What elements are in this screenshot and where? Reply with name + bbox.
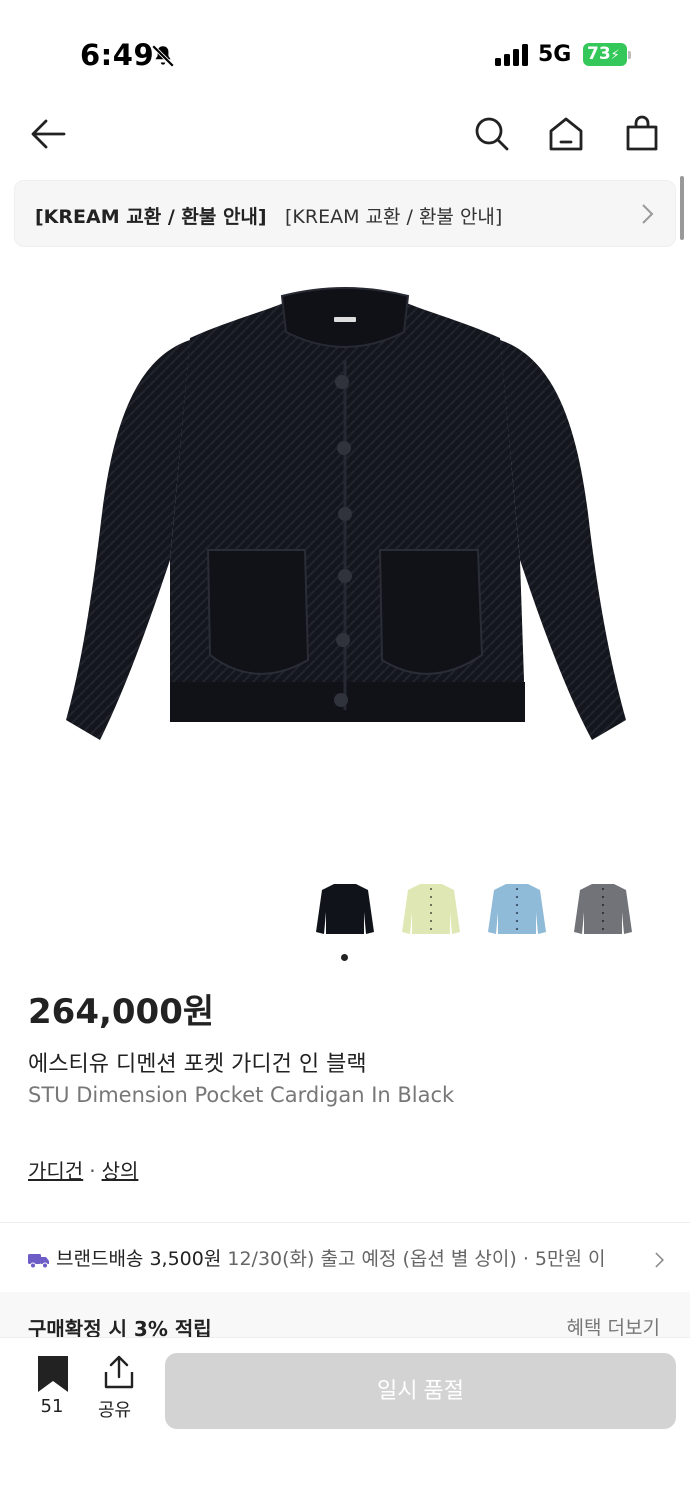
chevron-right-icon — [642, 204, 654, 224]
product-price: 264,000원 — [28, 992, 215, 1032]
category-separator: · — [89, 1159, 96, 1183]
network-label: 5G — [538, 42, 572, 67]
share-label: 공유 — [98, 1400, 132, 1421]
scrollbar[interactable] — [680, 176, 684, 240]
delivery-detail: 12/30(화) 출고 예정 (옵션 별 상이) · 5만원 이 — [227, 1248, 606, 1270]
category-link-top[interactable]: 상의 — [102, 1159, 139, 1183]
share-icon[interactable] — [102, 1354, 136, 1390]
signal-icon — [495, 44, 528, 66]
home-icon[interactable] — [546, 114, 586, 154]
sold-out-button[interactable]: 일시 품절 — [165, 1353, 676, 1429]
variant-thumb-gray[interactable] — [566, 872, 640, 946]
benefit-more-link[interactable]: 혜택 더보기 — [567, 1313, 660, 1340]
battery-level: 73 — [587, 44, 611, 64]
section-divider — [0, 1222, 690, 1223]
back-arrow-icon[interactable] — [28, 114, 68, 154]
category-breadcrumb: 가디건 · 상의 — [28, 1155, 138, 1184]
search-icon[interactable] — [472, 114, 512, 154]
bottom-action-bar: 51 공유 일시 품절 — [0, 1337, 690, 1500]
product-image[interactable] — [0, 270, 690, 830]
notice-text: [KREAM 교환 / 환불 안내] — [285, 206, 503, 228]
truck-icon — [28, 1253, 49, 1268]
notice-title: [KREAM 교환 / 환불 안내] — [35, 206, 267, 228]
category-link-cardigan[interactable]: 가디건 — [28, 1159, 83, 1183]
shopping-bag-icon[interactable] — [622, 114, 662, 154]
variant-thumb-blue[interactable] — [480, 872, 554, 946]
product-name-ko: 에스티유 디멘션 포켓 가디건 인 블랙 — [28, 1052, 367, 1077]
status-time: 6:49 — [80, 38, 155, 72]
top-nav — [0, 108, 690, 164]
variant-thumb-black[interactable] — [308, 872, 382, 946]
bookmark-count: 51 — [40, 1396, 64, 1417]
variant-thumbnails — [0, 872, 690, 948]
bell-off-icon — [151, 44, 175, 68]
charging-icon: ⚡ — [610, 48, 620, 63]
carousel-dot — [341, 954, 348, 961]
bookmark-icon[interactable] — [36, 1356, 70, 1392]
status-bar: 6:49 5G 73⚡ — [0, 0, 690, 100]
product-name-en: STU Dimension Pocket Cardigan In Black — [28, 1083, 455, 1107]
battery-indicator: 73⚡ — [583, 43, 627, 66]
notice-banner[interactable]: [KREAM 교환 / 환불 안내] [KREAM 교환 / 환불 안내] — [14, 180, 676, 247]
variant-thumb-lime[interactable] — [394, 872, 468, 946]
chevron-right-icon[interactable] — [648, 1248, 666, 1272]
delivery-type: 브랜드배송 — [56, 1248, 144, 1270]
delivery-fee: 3,500원 — [149, 1248, 222, 1270]
battery-cap — [628, 51, 631, 59]
delivery-info[interactable]: 브랜드배송 3,500원 12/30(화) 출고 예정 (옵션 별 상이) · … — [28, 1244, 668, 1274]
